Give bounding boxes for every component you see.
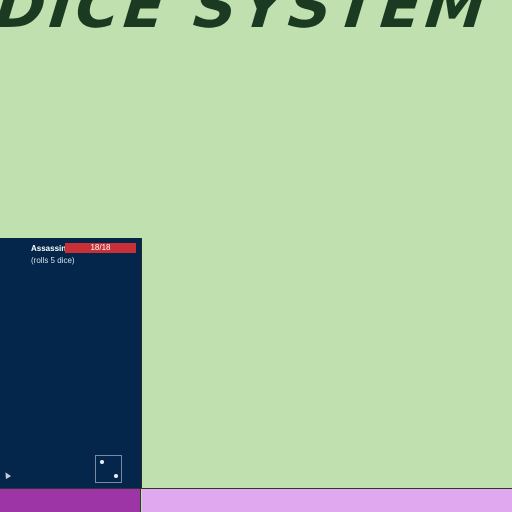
enemy-panel[interactable]: Assassin 18/18 (rolls 5 dice) (0, 238, 142, 489)
dice-die[interactable] (95, 455, 122, 483)
die-pip (114, 474, 118, 478)
bottom-tab-right[interactable] (142, 489, 512, 512)
hp-text: 18/18 (90, 243, 111, 252)
game-title: DICE SYSTEM (0, 0, 494, 42)
enemy-dice-count: (rolls 5 dice) (31, 256, 75, 265)
bottom-tab-left[interactable] (0, 489, 141, 512)
hp-bar: 18/18 (65, 243, 136, 253)
die-pip (100, 460, 104, 464)
enemy-name: Assassin (31, 244, 67, 253)
